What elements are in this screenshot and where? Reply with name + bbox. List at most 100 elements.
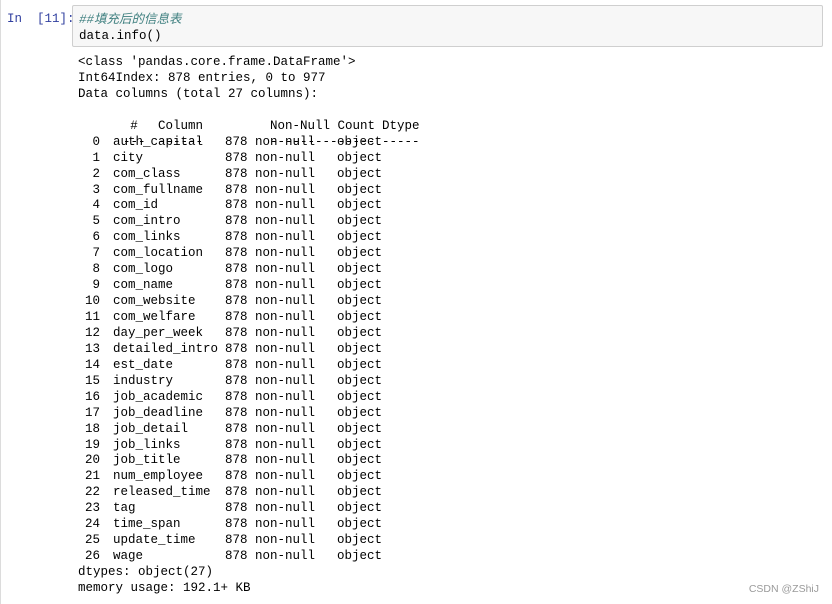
row-column-name: job_deadline	[113, 405, 204, 420]
row-column-name: city	[113, 150, 144, 165]
row-dtype: object	[337, 325, 383, 340]
header-count: Non-Null Count	[270, 118, 376, 133]
row-dtype: object	[337, 341, 383, 356]
row-dtype: object	[337, 214, 383, 229]
row-non-null-count: 878 non-null	[225, 485, 316, 500]
output-class-line: <class 'pandas.core.frame.DataFrame'>	[78, 55, 356, 69]
row-non-null-count: 878 non-null	[225, 517, 316, 532]
row-column-name: released_time	[113, 485, 211, 500]
row-dtype: object	[337, 517, 383, 532]
row-dtype: object	[337, 437, 383, 452]
row-dtype: object	[337, 533, 383, 548]
row-index: 0	[92, 134, 100, 149]
header-column: Column	[158, 118, 204, 133]
row-column-name: auth_capital	[113, 134, 204, 149]
row-dtype: object	[337, 373, 383, 388]
row-column-name: time_span	[113, 517, 181, 532]
row-dtype: object	[337, 501, 383, 516]
row-index: 24	[84, 517, 100, 532]
row-index: 8	[92, 262, 100, 277]
row-index: 25	[84, 533, 100, 548]
row-non-null-count: 878 non-null	[225, 437, 316, 452]
row-non-null-count: 878 non-null	[225, 405, 316, 420]
row-index: 11	[84, 310, 100, 324]
table-row: 22 released_time 878 non-null object	[78, 485, 420, 501]
code-comment: ##填充后的信息表	[79, 13, 182, 27]
row-column-name: com_links	[113, 230, 181, 245]
table-row: 9 com_name 878 non-null object	[78, 278, 420, 294]
row-non-null-count: 878 non-null	[225, 278, 316, 293]
table-row: 4 com_id 878 non-null object	[78, 198, 420, 214]
row-dtype: object	[337, 389, 383, 404]
row-non-null-count: 878 non-null	[225, 453, 316, 468]
row-index: 1	[92, 150, 100, 165]
row-column-name: com_logo	[113, 262, 174, 277]
row-column-name: com_welfare	[113, 310, 196, 324]
table-row: 11 com_welfare 878 non-null object	[78, 310, 420, 326]
row-index: 21	[84, 469, 100, 484]
row-dtype: object	[337, 150, 383, 165]
row-non-null-count: 878 non-null	[225, 166, 316, 181]
row-index: 12	[84, 325, 100, 340]
row-dtype: object	[337, 357, 383, 372]
row-non-null-count: 878 non-null	[225, 469, 316, 484]
table-row: 17 job_deadline 878 non-null object	[78, 406, 420, 422]
table-row: 13 detailed_intro 878 non-null object	[78, 342, 420, 358]
output-columns-line: Data columns (total 27 columns):	[78, 86, 319, 101]
row-dtype: object	[337, 469, 383, 484]
row-non-null-count: 878 non-null	[225, 182, 316, 197]
row-index: 6	[92, 230, 100, 245]
row-non-null-count: 878 non-null	[225, 533, 316, 548]
table-row: 1 city 878 non-null object	[78, 151, 420, 167]
row-dtype: object	[337, 405, 383, 420]
row-dtype: object	[337, 294, 383, 309]
row-dtype: object	[337, 262, 383, 277]
cell-left-border	[0, 0, 1, 604]
row-column-name: detailed_intro	[113, 341, 219, 356]
row-column-name: com_name	[113, 278, 174, 293]
table-row: 0 auth_capital 878 non-null object	[78, 135, 420, 151]
row-index: 3	[92, 182, 100, 197]
row-column-name: job_academic	[113, 389, 204, 404]
table-row: 19 job_links 878 non-null object	[78, 438, 420, 454]
output-memory-line: memory usage: 192.1+ KB	[78, 580, 251, 595]
table-row: 16 job_academic 878 non-null object	[78, 390, 420, 406]
row-non-null-count: 878 non-null	[225, 134, 316, 149]
row-column-name: wage	[113, 549, 144, 564]
code-input-area[interactable]: ##填充后的信息表 data.info()	[72, 5, 823, 47]
row-non-null-count: 878 non-null	[225, 262, 316, 277]
row-column-name: com_website	[113, 294, 196, 309]
row-non-null-count: 878 non-null	[225, 150, 316, 165]
table-row: 23 tag 878 non-null object	[78, 501, 420, 517]
table-row: 15 industry 878 non-null object	[78, 374, 420, 390]
row-dtype: object	[337, 453, 383, 468]
notebook-page: In [11]: ##填充后的信息表 data.info() <class 'p…	[0, 0, 832, 604]
separator-dtype: -----	[382, 134, 420, 149]
table-row: 18 job_detail 878 non-null object	[78, 422, 420, 438]
row-column-name: tag	[113, 501, 136, 516]
row-column-name: com_class	[113, 166, 181, 181]
row-non-null-count: 878 non-null	[225, 373, 316, 388]
info-table-header: # Column Non-Null Count Dtype	[78, 103, 419, 133]
watermark: CSDN @ZShiJ	[748, 583, 819, 595]
row-index: 19	[84, 437, 100, 452]
cell-output: <class 'pandas.core.frame.DataFrame'> In…	[78, 55, 420, 597]
row-column-name: com_intro	[113, 214, 181, 229]
row-index: 4	[92, 198, 100, 213]
row-non-null-count: 878 non-null	[225, 325, 316, 340]
row-dtype: object	[337, 485, 383, 500]
row-non-null-count: 878 non-null	[225, 549, 316, 564]
row-index: 17	[84, 405, 100, 420]
row-index: 26	[84, 549, 100, 564]
info-table-rows: 0 auth_capital 878 non-null object 1 city 878 …	[78, 135, 420, 565]
row-dtype: object	[337, 198, 383, 213]
row-column-name: job_detail	[113, 421, 189, 436]
row-index: 9	[92, 278, 100, 293]
row-dtype: object	[337, 134, 383, 149]
row-dtype: object	[337, 182, 383, 197]
row-index: 14	[84, 357, 100, 372]
row-index: 15	[84, 373, 100, 388]
row-non-null-count: 878 non-null	[225, 246, 316, 261]
row-non-null-count: 878 non-null	[225, 389, 316, 404]
row-index: 13	[84, 341, 100, 356]
